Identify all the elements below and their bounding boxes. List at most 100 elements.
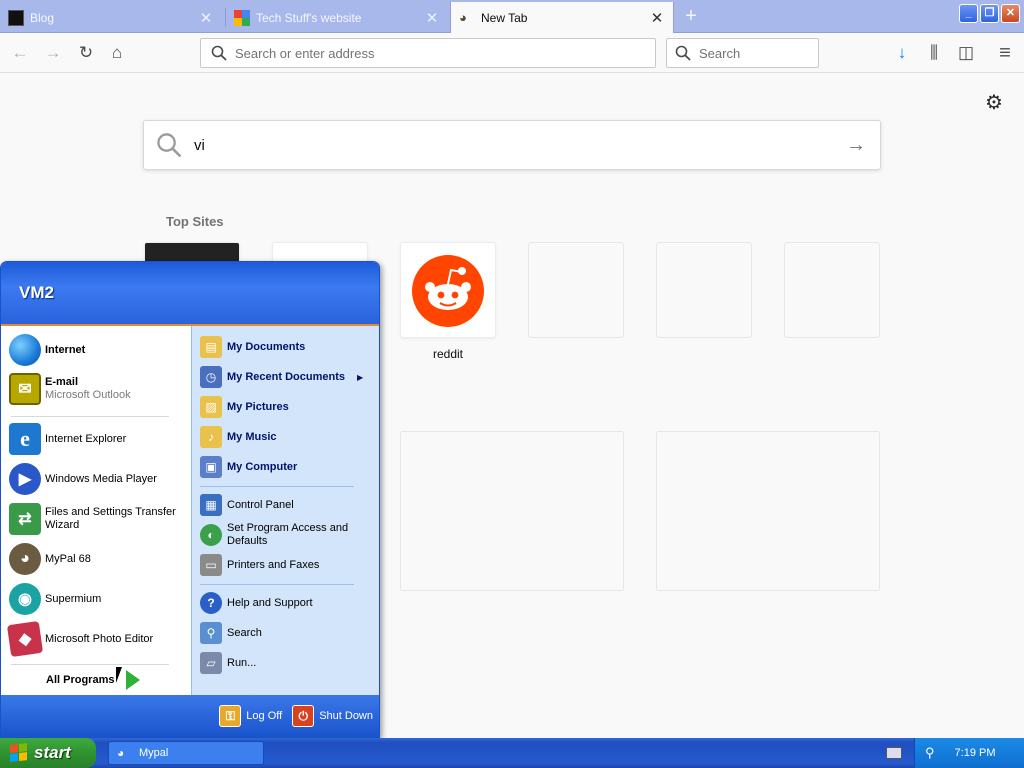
item-label: My Computer: [227, 461, 298, 473]
my-documents[interactable]: ▤ My Documents: [200, 336, 305, 358]
recent-documents-icon: ◷: [200, 366, 222, 388]
top-site-tile-reddit[interactable]: [400, 242, 496, 338]
newtab-search-input[interactable]: [194, 136, 844, 154]
start-button[interactable]: start: [0, 738, 96, 768]
minimize-button[interactable]: _: [959, 4, 978, 23]
item-label: Internet: [45, 343, 86, 356]
start-menu-right-pane: ▤ My Documents ◷ My Recent Documents ▶ ▨…: [191, 326, 379, 697]
item-sublabel: Microsoft Outlook: [45, 389, 131, 401]
arrow-right-icon[interactable]: →: [844, 134, 868, 157]
blog-favicon: [8, 9, 24, 26]
recent-internet-explorer[interactable]: e Internet Explorer: [9, 423, 126, 455]
tab-title: Blog: [30, 10, 55, 25]
run-item[interactable]: ▱ Run...: [200, 652, 256, 674]
item-label: My Recent Documents: [227, 371, 345, 383]
search-icon: [211, 45, 227, 61]
reddit-icon: [412, 255, 484, 327]
start-menu-header: VM2: [1, 262, 379, 326]
mypal-favicon: ◕: [459, 9, 467, 25]
sidebar-button[interactable]: ◫: [954, 41, 978, 65]
address-bar[interactable]: [200, 38, 656, 68]
my-music[interactable]: ♪ My Music: [200, 426, 277, 448]
home-button[interactable]: ⌂: [105, 41, 129, 65]
recent-mypal[interactable]: ◕ MyPal 68: [9, 543, 91, 575]
recent-transfer-wizard[interactable]: ⇄ Files and Settings Transfer Wizard: [9, 503, 180, 535]
menu-button[interactable]: ≡: [993, 41, 1017, 65]
start-menu-footer: ⚿ Log Off ⏻ Shut Down: [1, 695, 379, 737]
pinned-internet[interactable]: Internet: [9, 334, 85, 366]
start-menu: VM2 Internet ✉ E-mail Microsoft Outlook …: [0, 261, 380, 738]
url-input[interactable]: [235, 45, 635, 61]
user-name: VM2: [19, 283, 54, 302]
nav-toolbar: ← → ↻ ⌂ ↓ ⫼ ◫ ≡: [0, 33, 1024, 73]
reload-button[interactable]: ↻: [74, 41, 98, 65]
recent-windows-media-player[interactable]: ▶ Windows Media Player: [9, 463, 157, 495]
newtab-search-box[interactable]: →: [143, 120, 881, 170]
item-label: Printers and Faxes: [227, 559, 320, 571]
my-music-icon: ♪: [200, 426, 222, 448]
item-label: My Pictures: [227, 401, 289, 413]
forward-button[interactable]: →: [41, 41, 65, 65]
help-and-support[interactable]: ? Help and Support: [200, 592, 313, 614]
recent-photo-editor[interactable]: ◆ Microsoft Photo Editor: [6, 620, 154, 658]
system-tray: ⚲ 7:19 PM: [914, 738, 1024, 768]
transfer-wizard-icon: ⇄: [9, 503, 41, 535]
close-window-button[interactable]: ✕: [1001, 4, 1020, 23]
empty-highlight-card: [400, 431, 624, 591]
windows-flag-icon: [10, 743, 28, 763]
my-documents-icon: ▤: [200, 336, 222, 358]
shut-down-label: Shut Down: [319, 710, 373, 722]
log-off-button[interactable]: ⚿ Log Off: [219, 705, 282, 727]
separator: [200, 584, 354, 585]
my-recent-documents[interactable]: ◷ My Recent Documents ▶: [200, 366, 363, 388]
library-button[interactable]: ⫼: [922, 41, 946, 65]
my-pictures-icon: ▨: [200, 396, 222, 418]
search-input[interactable]: [699, 45, 818, 61]
tab-strip: Blog ✕ Tech Stuff's website ✕ ◕ New Tab …: [0, 0, 1024, 33]
control-panel[interactable]: ▦ Control Panel: [200, 494, 294, 516]
tab-title: Tech Stuff's website: [256, 10, 362, 25]
new-tab-button[interactable]: +: [680, 4, 702, 28]
clock[interactable]: 7:19 PM: [955, 747, 996, 759]
item-label: Set Program Access and Defaults: [227, 522, 349, 547]
taskbar-button-mypal[interactable]: ◕ Mypal: [108, 741, 264, 765]
control-panel-icon: ▦: [200, 494, 222, 516]
my-computer-icon: ▣: [200, 456, 222, 478]
recent-supermium[interactable]: ◉ Supermium: [9, 583, 101, 615]
close-tab-icon[interactable]: ✕: [424, 9, 440, 27]
my-pictures[interactable]: ▨ My Pictures: [200, 396, 289, 418]
shut-down-button[interactable]: ⏻ Shut Down: [292, 705, 373, 727]
tab-tech-stuff[interactable]: Tech Stuff's website ✕: [226, 2, 448, 33]
program-access-defaults[interactable]: ◐ Set Program Access and Defaults: [200, 522, 357, 548]
start-label: start: [34, 743, 71, 762]
run-icon: ▱: [200, 652, 222, 674]
tab-blog[interactable]: Blog ✕: [0, 2, 222, 33]
globe-icon: [9, 334, 41, 366]
close-tab-icon[interactable]: ✕: [198, 9, 214, 27]
mouse-cursor: [116, 667, 128, 683]
item-label: My Music: [227, 431, 277, 443]
search-bar[interactable]: [666, 38, 819, 68]
submenu-arrow-icon: ▶: [356, 372, 364, 382]
my-computer[interactable]: ▣ My Computer: [200, 456, 297, 478]
outlook-icon: ✉: [9, 373, 41, 405]
mypal-icon: ◕: [9, 543, 41, 575]
google-favicon: [234, 9, 250, 26]
downloads-button[interactable]: ↓: [890, 41, 914, 65]
separator: [11, 664, 169, 665]
pinned-email[interactable]: ✉ E-mail Microsoft Outlook: [9, 373, 131, 405]
keyboard-icon[interactable]: [886, 747, 902, 759]
back-button[interactable]: ←: [8, 41, 32, 65]
printers-and-faxes[interactable]: ▭ Printers and Faxes: [200, 554, 319, 576]
tab-new-tab[interactable]: ◕ New Tab ✕: [450, 2, 674, 33]
network-icon[interactable]: ⚲: [925, 745, 935, 761]
restore-button[interactable]: ❐: [980, 4, 999, 23]
item-label: Search: [227, 627, 262, 639]
close-tab-icon[interactable]: ✕: [649, 9, 665, 27]
tab-title: New Tab: [481, 10, 528, 25]
start-menu-left-pane: Internet ✉ E-mail Microsoft Outlook e In…: [1, 326, 191, 697]
gear-icon[interactable]: ⚙: [984, 93, 1004, 113]
item-label: Microsoft Photo Editor: [45, 632, 154, 645]
search-item[interactable]: ⚲ Search: [200, 622, 262, 644]
search-icon: [675, 45, 691, 61]
